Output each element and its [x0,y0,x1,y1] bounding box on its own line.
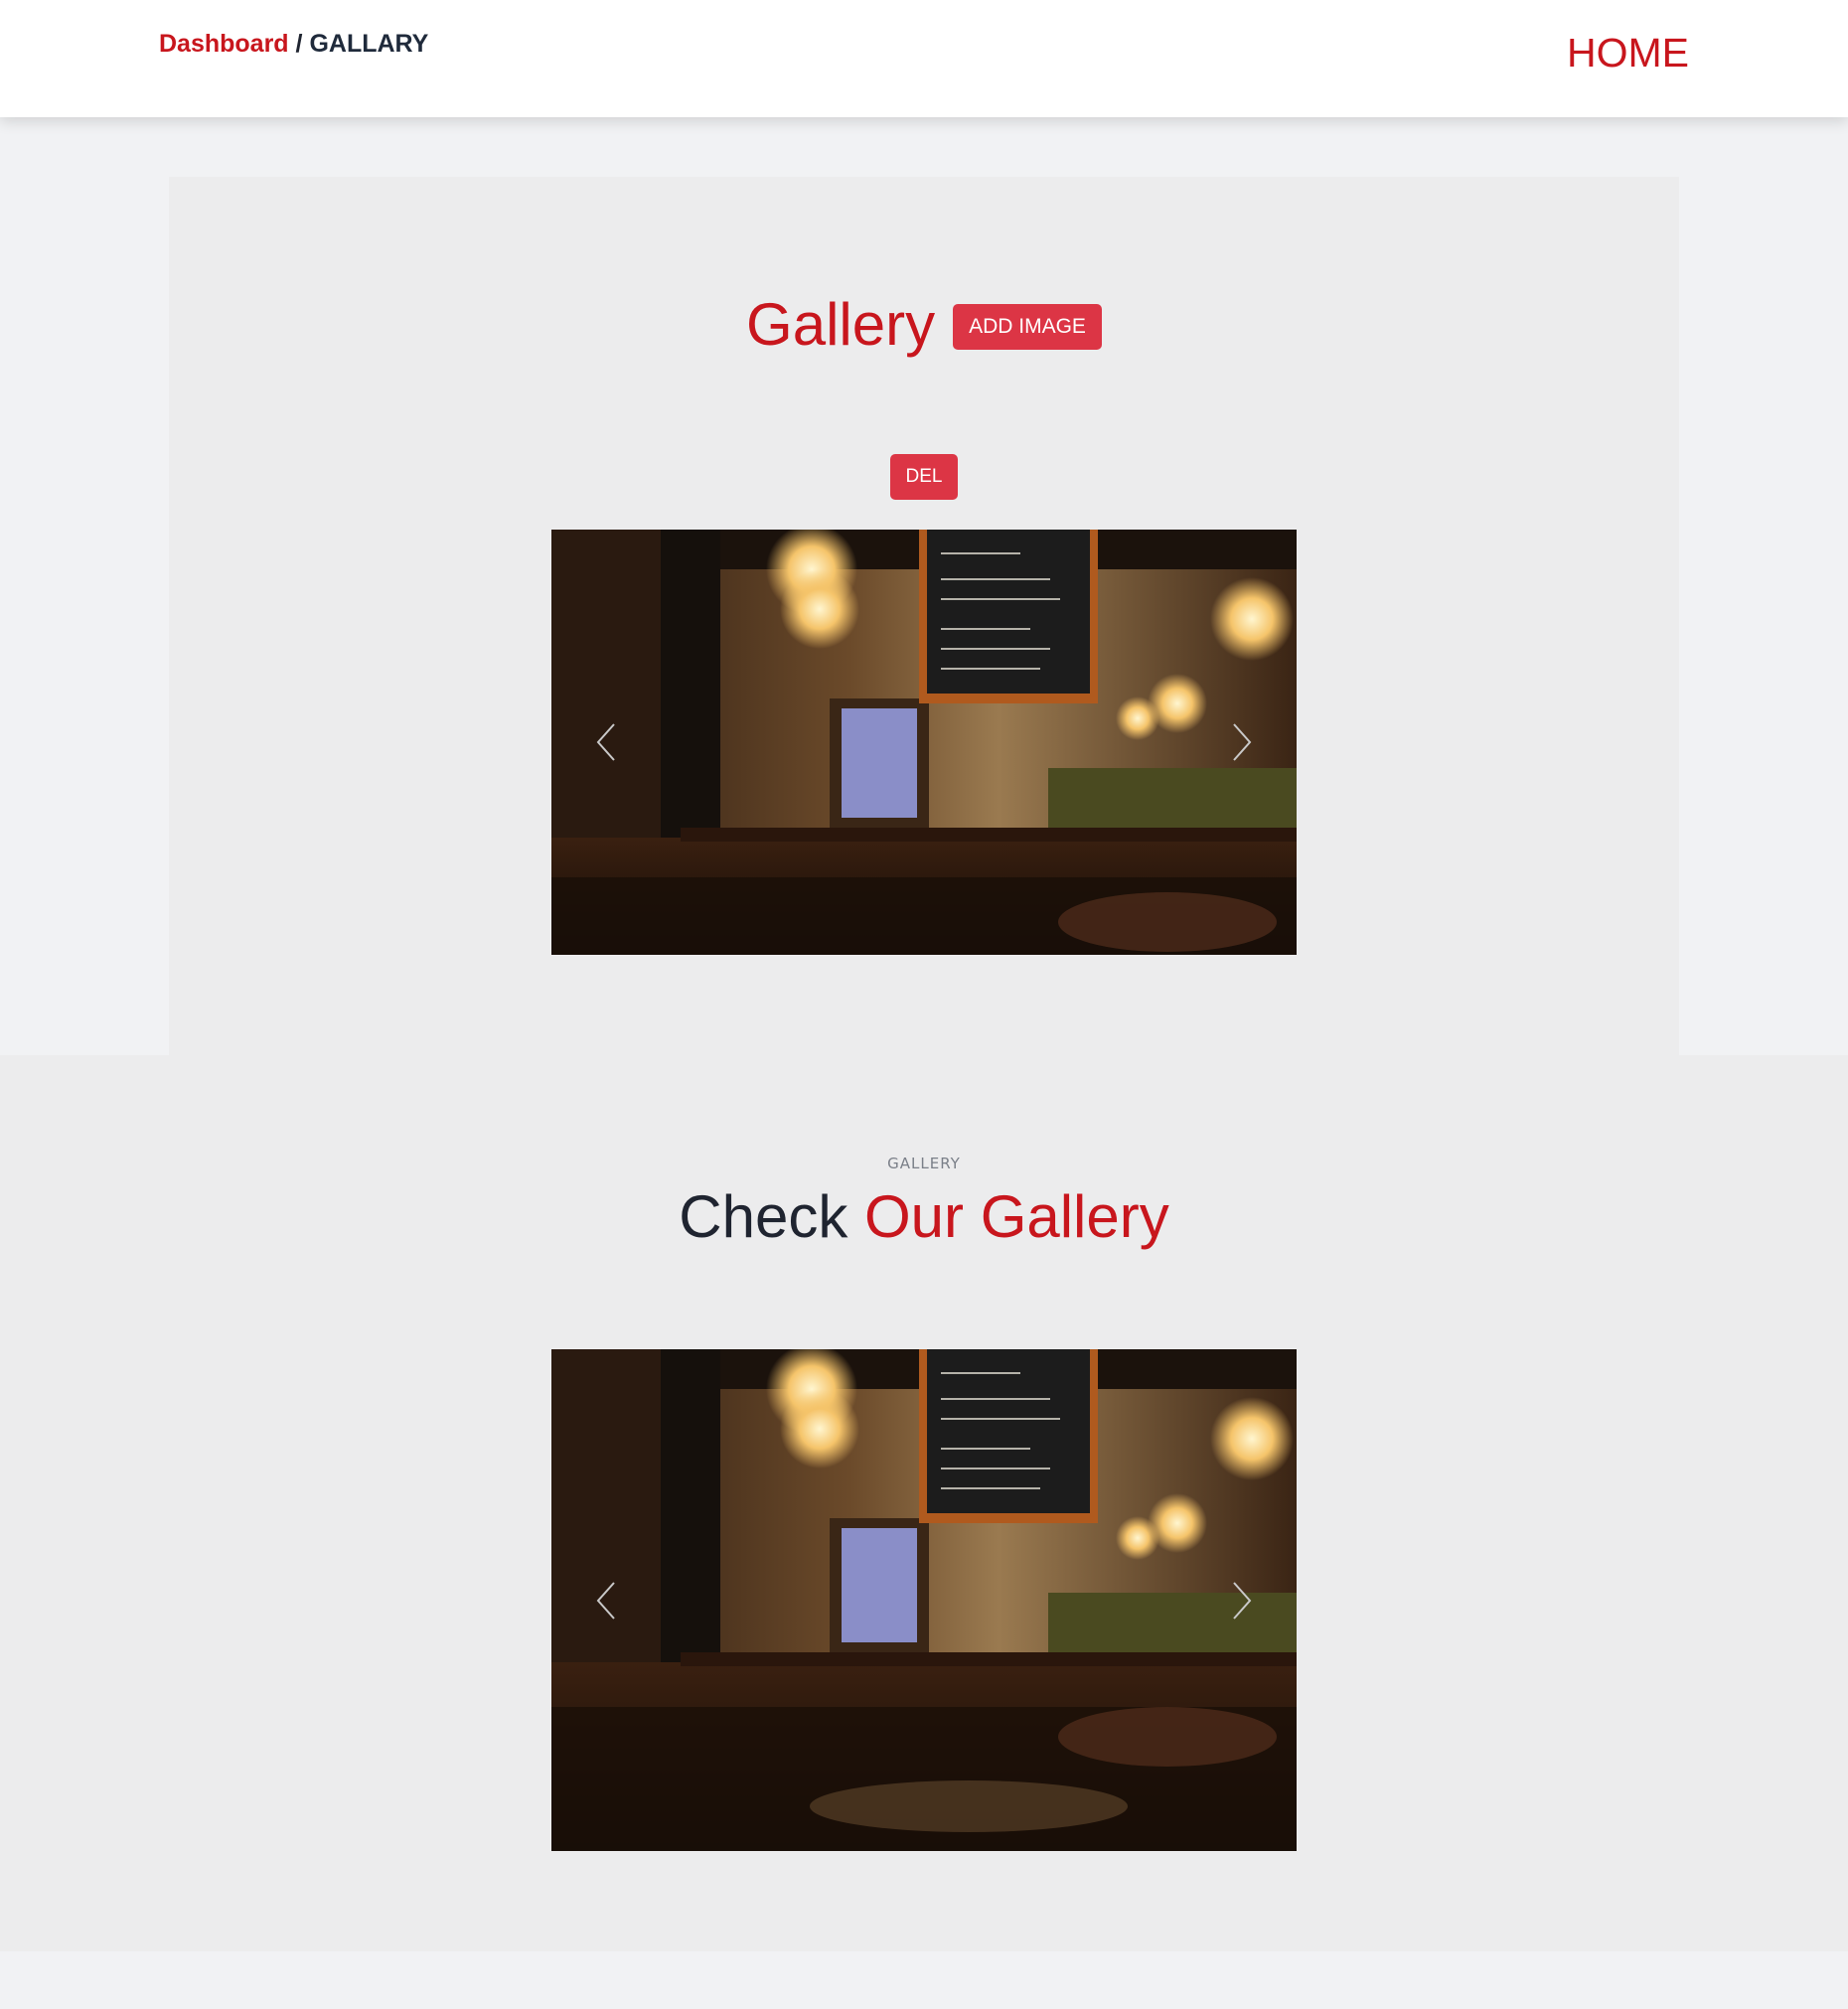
restaurant-photo [551,530,1297,955]
carousel-prev-button[interactable] [551,530,661,955]
carousel-next-button[interactable] [1187,530,1297,955]
breadcrumb-current: GALLARY [309,30,429,58]
home-link[interactable]: HOME [1567,30,1689,77]
breadcrumb-dashboard-link[interactable]: Dashboard [159,30,289,58]
chevron-left-icon [596,723,615,761]
add-image-button[interactable]: ADD IMAGE [953,304,1102,350]
chevron-right-icon [1233,723,1252,761]
section-title-plain: Check [679,1183,848,1250]
breadcrumb: Dashboard / GALLARY [159,30,428,59]
chevron-left-icon [596,1581,615,1620]
top-bar: Dashboard / GALLARY HOME [0,0,1848,117]
carousel-prev-button[interactable] [551,1349,661,1851]
restaurant-photo [551,1349,1297,1851]
breadcrumb-separator: / [295,30,303,58]
admin-gallery-panel: Gallery ADD IMAGE DEL [169,177,1679,1055]
section-eyebrow: GALLERY [887,1155,961,1172]
chevron-right-icon [1233,1581,1252,1620]
public-gallery-section: GALLERY Check Our Gallery [0,1055,1848,1951]
admin-heading-row: Gallery ADD IMAGE [169,284,1679,364]
delete-image-button[interactable]: DEL [890,454,958,500]
admin-image-carousel [551,530,1297,955]
public-image-carousel [551,1349,1297,1851]
carousel-next-button[interactable] [1187,1349,1297,1851]
section-title-accent: Our Gallery [864,1183,1169,1250]
section-title: Check Our Gallery [0,1182,1848,1251]
page-title: Gallery [746,290,936,358]
